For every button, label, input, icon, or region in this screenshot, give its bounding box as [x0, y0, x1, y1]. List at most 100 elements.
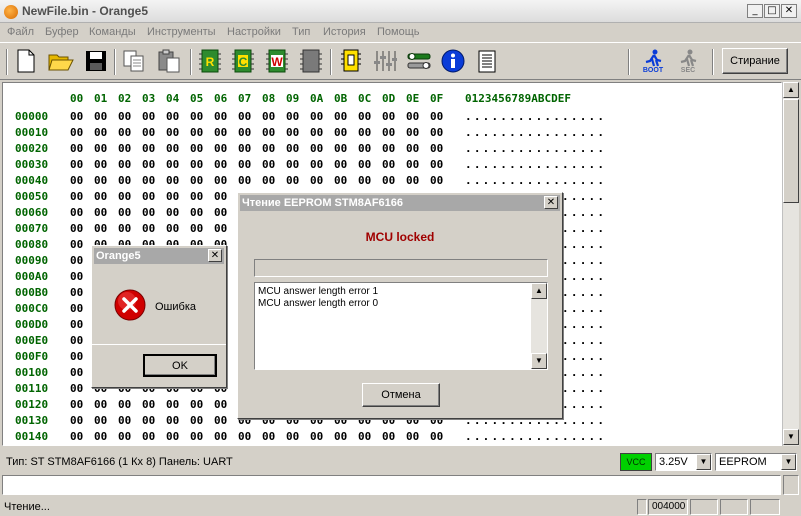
close-button[interactable]: ✕: [781, 4, 797, 18]
hex-byte[interactable]: 00: [190, 222, 203, 235]
hex-byte[interactable]: 00: [214, 398, 227, 411]
info-icon[interactable]: [439, 47, 467, 75]
hex-byte[interactable]: 00: [94, 206, 107, 219]
new-file-icon[interactable]: [12, 47, 40, 75]
hex-byte[interactable]: 00: [142, 174, 155, 187]
hex-byte[interactable]: 00: [430, 430, 443, 443]
hex-byte[interactable]: 00: [334, 110, 347, 123]
hex-byte[interactable]: 00: [430, 142, 443, 155]
hex-byte[interactable]: 00: [94, 414, 107, 427]
hex-byte[interactable]: 00: [190, 190, 203, 203]
hex-byte[interactable]: 00: [118, 142, 131, 155]
hex-byte[interactable]: 00: [94, 430, 107, 443]
menu-file[interactable]: Файл: [7, 26, 34, 38]
hex-byte[interactable]: 00: [214, 190, 227, 203]
hex-byte[interactable]: 00: [142, 190, 155, 203]
hex-byte[interactable]: 00: [430, 174, 443, 187]
hex-byte[interactable]: 00: [262, 430, 275, 443]
hex-byte[interactable]: 00: [214, 206, 227, 219]
hex-byte[interactable]: 00: [166, 158, 179, 171]
log-scrollbar[interactable]: ▲ ▼: [531, 283, 547, 369]
erase-chip-icon[interactable]: [297, 47, 325, 75]
hex-byte[interactable]: 00: [94, 158, 107, 171]
hex-byte[interactable]: 00: [118, 206, 131, 219]
paste-icon[interactable]: [155, 47, 183, 75]
hex-byte[interactable]: 00: [214, 110, 227, 123]
menu-history[interactable]: История: [323, 26, 366, 38]
title-bar[interactable]: NewFile.bin - Orange5 _ □ ✕: [0, 0, 801, 23]
hex-byte[interactable]: 00: [94, 126, 107, 139]
hex-byte[interactable]: 00: [70, 430, 83, 443]
hex-byte[interactable]: 00: [70, 318, 83, 331]
dialog-title-bar[interactable]: Чтение EEPROM STM8AF6166 ✕: [240, 195, 560, 211]
boot-button[interactable]: BOOT: [638, 47, 668, 75]
hex-byte[interactable]: 00: [118, 158, 131, 171]
write-chip-icon[interactable]: W: [263, 47, 291, 75]
hex-byte[interactable]: 00: [70, 174, 83, 187]
hex-byte[interactable]: 00: [70, 254, 83, 267]
hex-byte[interactable]: 00: [262, 174, 275, 187]
hex-byte[interactable]: 00: [118, 174, 131, 187]
hex-byte[interactable]: 00: [70, 302, 83, 315]
hex-byte[interactable]: 00: [118, 190, 131, 203]
chevron-down-icon[interactable]: ▼: [696, 454, 711, 470]
menu-buffer[interactable]: Буфер: [45, 26, 79, 38]
hex-byte[interactable]: 00: [142, 110, 155, 123]
hex-byte[interactable]: 00: [382, 158, 395, 171]
tools-icon[interactable]: [405, 47, 433, 75]
hex-byte[interactable]: 00: [262, 110, 275, 123]
hex-byte[interactable]: 00: [406, 142, 419, 155]
hex-byte[interactable]: 00: [334, 174, 347, 187]
menu-help[interactable]: Помощь: [377, 26, 420, 38]
hex-byte[interactable]: 00: [70, 398, 83, 411]
menu-commands[interactable]: Команды: [89, 26, 136, 38]
hex-byte[interactable]: 00: [286, 430, 299, 443]
scroll-down-arrow-icon[interactable]: ▼: [783, 429, 799, 445]
hex-byte[interactable]: 00: [238, 158, 251, 171]
hex-byte[interactable]: 00: [190, 158, 203, 171]
hex-byte[interactable]: 00: [94, 110, 107, 123]
hex-byte[interactable]: 00: [310, 110, 323, 123]
hex-byte[interactable]: 00: [70, 414, 83, 427]
hex-byte[interactable]: 00: [358, 174, 371, 187]
hex-byte[interactable]: 00: [358, 126, 371, 139]
hex-byte[interactable]: 00: [142, 430, 155, 443]
vcc-indicator[interactable]: VCC: [620, 453, 652, 471]
hex-byte[interactable]: 00: [190, 174, 203, 187]
hex-byte[interactable]: 00: [310, 126, 323, 139]
hex-byte[interactable]: 00: [286, 110, 299, 123]
hex-byte[interactable]: 00: [166, 222, 179, 235]
hex-byte[interactable]: 00: [166, 126, 179, 139]
hex-byte[interactable]: 00: [70, 142, 83, 155]
hex-byte[interactable]: 00: [166, 414, 179, 427]
minimize-button[interactable]: _: [747, 4, 763, 18]
hex-byte[interactable]: 00: [70, 382, 83, 395]
hex-byte[interactable]: 00: [142, 142, 155, 155]
hex-byte[interactable]: 00: [382, 174, 395, 187]
scroll-down-arrow-icon[interactable]: ▼: [531, 353, 547, 369]
ok-button[interactable]: OK: [143, 354, 217, 377]
chip-select-icon[interactable]: [337, 47, 365, 75]
hex-byte[interactable]: 00: [70, 366, 83, 379]
copy-icon[interactable]: [120, 47, 148, 75]
hex-byte[interactable]: 00: [310, 158, 323, 171]
hex-byte[interactable]: 00: [70, 270, 83, 283]
notepad-icon[interactable]: [473, 47, 501, 75]
hex-byte[interactable]: 00: [382, 142, 395, 155]
hex-byte[interactable]: 00: [238, 126, 251, 139]
hex-byte[interactable]: 00: [430, 158, 443, 171]
hex-byte[interactable]: 00: [166, 190, 179, 203]
read-chip-icon[interactable]: R: [196, 47, 224, 75]
hex-byte[interactable]: 00: [190, 206, 203, 219]
hex-byte[interactable]: 00: [382, 110, 395, 123]
hex-byte[interactable]: 00: [334, 142, 347, 155]
hex-byte[interactable]: 00: [142, 398, 155, 411]
hex-byte[interactable]: 00: [310, 142, 323, 155]
hex-byte[interactable]: 00: [70, 206, 83, 219]
hex-byte[interactable]: 00: [262, 126, 275, 139]
hex-byte[interactable]: 00: [166, 174, 179, 187]
hex-byte[interactable]: 00: [118, 398, 131, 411]
scroll-up-arrow-icon[interactable]: ▲: [531, 283, 547, 299]
hex-byte[interactable]: 00: [142, 206, 155, 219]
menu-type[interactable]: Тип: [292, 26, 310, 38]
